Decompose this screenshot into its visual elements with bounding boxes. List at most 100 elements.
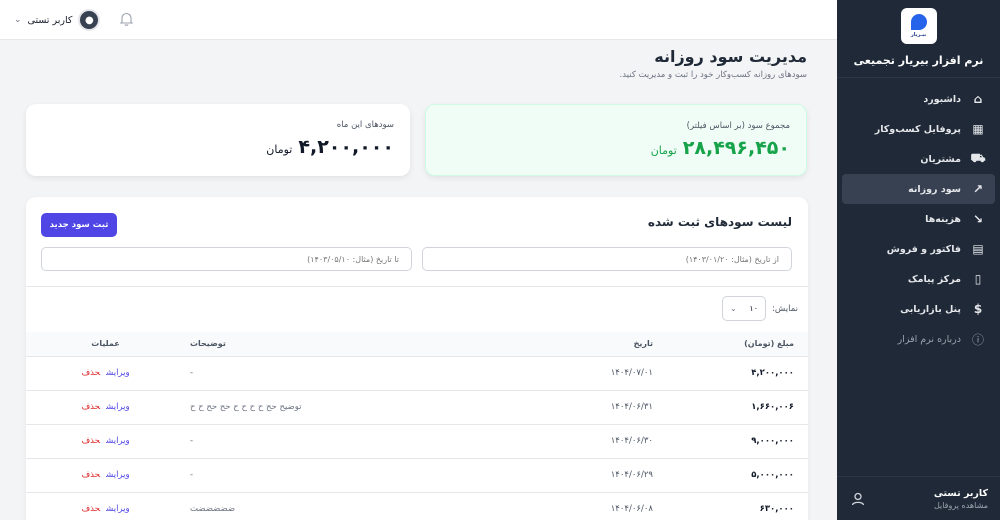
cell-amount: ۱,۶۶۰,۰۰۶ [653, 389, 808, 424]
user-menu[interactable]: ● کاربر تستی ⌄ [14, 9, 101, 31]
edit-button[interactable]: ویرایش [106, 470, 129, 480]
sidebar-item-label: پنل بازاریابی [900, 303, 961, 315]
cell-amount: ۴,۲۰۰,۰۰۰ [653, 355, 808, 390]
page-size-select[interactable]: ۱۰ ⌄ [722, 296, 766, 321]
brand: بیـریار نرم افزار بیریار تجمیعی [837, 0, 1000, 78]
profit-list-card: لیست سودهای ثبت شده ثبت سود جدید نمایش: … [26, 197, 808, 520]
total-profit-card: مجموع سود (بر اساس فیلتر) ۲۸,۴۹۶,۴۵۰ توم… [425, 104, 807, 176]
month-profit-value: ۴,۲۰۰,۰۰۰ تومان [266, 136, 394, 158]
table-body: ۴,۲۰۰,۰۰۰ ۱۴۰۴/۰۷/۰۱- ویرایشحذف ۱,۶۶۰,۰۰۶ ۱۴… [26, 355, 808, 520]
sidebar-item-trending-up[interactable]: ↗ سود روزانه [842, 174, 995, 204]
sidebar-item-label: مرکز پیامک [907, 273, 961, 285]
home-icon: ⌂ [973, 92, 983, 106]
sidebar-item-label: مشتریان [920, 153, 961, 165]
brand-title: نرم افزار بیریار تجمیعی [853, 54, 984, 67]
page-title: مدیریت سود روزانه [654, 47, 807, 66]
edit-button[interactable]: ویرایش [106, 436, 129, 446]
add-profit-button[interactable]: ثبت سود جدید [41, 213, 117, 237]
bell-icon[interactable] [118, 11, 134, 27]
to-date-input[interactable] [41, 247, 412, 271]
total-profit-unit: تومان [650, 144, 677, 157]
page-size-value: ۱۰ [749, 304, 758, 313]
month-profit-card: سودهای این ماه ۴,۲۰۰,۰۰۰ تومان [26, 104, 410, 176]
from-date-input[interactable] [422, 247, 792, 271]
total-profit-amount: ۲۸,۴۹۶,۴۵۰ [682, 137, 790, 159]
divider [26, 286, 808, 287]
chevron-down-icon: ⌄ [14, 15, 22, 25]
sidebar-item-message[interactable]: ▯ مرکز پیامک [842, 264, 995, 294]
info-icon: ⓘ [972, 332, 985, 347]
column-header-date[interactable]: تاریخ [495, 332, 653, 356]
edit-button[interactable]: ویرایش [106, 504, 129, 514]
sidebar-user-name: کاربر تستی [933, 487, 988, 499]
avatar: ● [78, 9, 101, 31]
invoice-icon: ▤ [972, 242, 984, 256]
sidebar-user-profile[interactable]: کاربر تستی مشاهده پروفایل [837, 476, 1000, 520]
cell-operations: ویرایش حذف [26, 457, 185, 492]
message-icon: ▯ [974, 272, 982, 286]
topbar-user-name: کاربر تستی [27, 14, 73, 26]
cell-amount: ۶۳۰,۰۰۰ [653, 491, 808, 520]
table-row: ۴,۲۰۰,۰۰۰ ۱۴۰۴/۰۷/۰۱- ویرایش حذف [26, 355, 808, 390]
sidebar-item-info[interactable]: ⓘ درباره نرم افزار [842, 324, 995, 354]
month-profit-amount: ۴,۲۰۰,۰۰۰ [298, 136, 394, 158]
chevron-down-icon: ⌄ [730, 304, 737, 313]
delete-button[interactable]: حذف [81, 436, 100, 446]
cell-operations: ویرایش حذف [26, 423, 185, 458]
cell-operations: ویرایش حذف [26, 355, 185, 390]
logo-mark-icon [910, 14, 927, 30]
list-title: لیست سودهای ثبت شده [647, 215, 792, 229]
sidebar-item-trending-down[interactable]: ↘ هزینه‌ها [842, 204, 995, 234]
sidebar-item-label: سود روزانه [908, 183, 961, 195]
delete-button[interactable]: حذف [81, 504, 100, 514]
sidebar-item-label: داشبورد [923, 93, 961, 105]
table-row: ۱,۶۶۰,۰۰۶ ۱۴۰۴/۰۶/۳۱ توضیح حح ح ح ح ح حح ح… [26, 389, 808, 424]
edit-button[interactable]: ویرایش [106, 402, 129, 412]
month-profit-label: سودهای این ماه [336, 120, 394, 130]
delete-button[interactable]: حذف [81, 368, 100, 378]
cell-date: ۱۴۰۴/۰۷/۰۱ [495, 355, 653, 390]
view-profile-link[interactable]: مشاهده پروفایل [934, 501, 988, 510]
cell-amount: ۹,۰۰۰,۰۰۰ [653, 423, 808, 458]
cell-description: - [185, 457, 495, 492]
topbar: ● کاربر تستی ⌄ [0, 0, 837, 40]
cell-date: ۱۴۰۴/۰۶/۳۰ [495, 423, 653, 458]
sidebar-item-label: فاکتور و فروش [886, 243, 961, 255]
sidebar-item-label: پروفایل کسب‌وکار [874, 123, 961, 135]
sidebar-item-label: هزینه‌ها [925, 213, 961, 225]
column-header-description: توضیحات [185, 332, 495, 356]
edit-button[interactable]: ویرایش [106, 368, 129, 378]
cell-amount: ۵,۰۰۰,۰۰۰ [653, 457, 808, 492]
dollar-icon: $ [973, 302, 983, 316]
column-header-amount[interactable]: مبلغ (تومان) [653, 332, 808, 356]
sidebar-item-home[interactable]: ⌂ داشبورد [842, 84, 995, 114]
delete-button[interactable]: حذف [81, 402, 100, 412]
cell-description: - [185, 355, 495, 390]
table-row: ۹,۰۰۰,۰۰۰ ۱۴۰۴/۰۶/۳۰- ویرایش حذف [26, 423, 808, 458]
sidebar-item-building[interactable]: ▦ پروفایل کسب‌وکار [842, 114, 995, 144]
table-row: ۵,۰۰۰,۰۰۰ ۱۴۰۴/۰۶/۲۹- ویرایش حذف [26, 457, 808, 492]
user-icon [849, 490, 867, 508]
trending-up-icon: ↗ [972, 182, 984, 196]
page-size-label: نمایش: [772, 304, 798, 314]
total-profit-value: ۲۸,۴۹۶,۴۵۰ تومان [651, 137, 790, 159]
sidebar-item-label: درباره نرم افزار [897, 333, 961, 345]
building-icon: ▦ [972, 122, 984, 136]
month-profit-unit: تومان [266, 143, 293, 156]
customers-icon: ⛟ [970, 151, 986, 165]
cell-operations: ویرایش حذف [26, 491, 185, 520]
cell-description: ضضضضضت [185, 491, 495, 520]
logo[interactable]: بیـریار [900, 8, 937, 44]
delete-button[interactable]: حذف [81, 470, 100, 480]
cell-operations: ویرایش حذف [26, 389, 185, 424]
sidebar-item-customers[interactable]: ⛟ مشتریان [842, 144, 995, 174]
column-header-operations: عملیات [26, 332, 185, 356]
sidebar-item-dollar[interactable]: $ پنل بازاریابی [842, 294, 995, 324]
cell-date: ۱۴۰۴/۰۶/۳۱ [495, 389, 653, 424]
table-row: ۶۳۰,۰۰۰ ۱۴۰۴/۰۶/۰۸ ضضضضضت ویرایش حذف [26, 491, 808, 520]
sidebar-item-invoice[interactable]: ▤ فاکتور و فروش [842, 234, 995, 264]
sidebar: بیـریار نرم افزار بیریار تجمیعی ⌂ داشبورد… [837, 0, 1000, 520]
profit-table: مبلغ (تومان) تاریخ توضیحات عملیات ۴,۲۰۰,… [26, 332, 808, 520]
sidebar-nav: ⌂ داشبورد ▦ پروفایل کسب‌وکار ⛟ مشتریان ↗ سود رو… [837, 78, 1000, 476]
cell-description: - [185, 423, 495, 458]
